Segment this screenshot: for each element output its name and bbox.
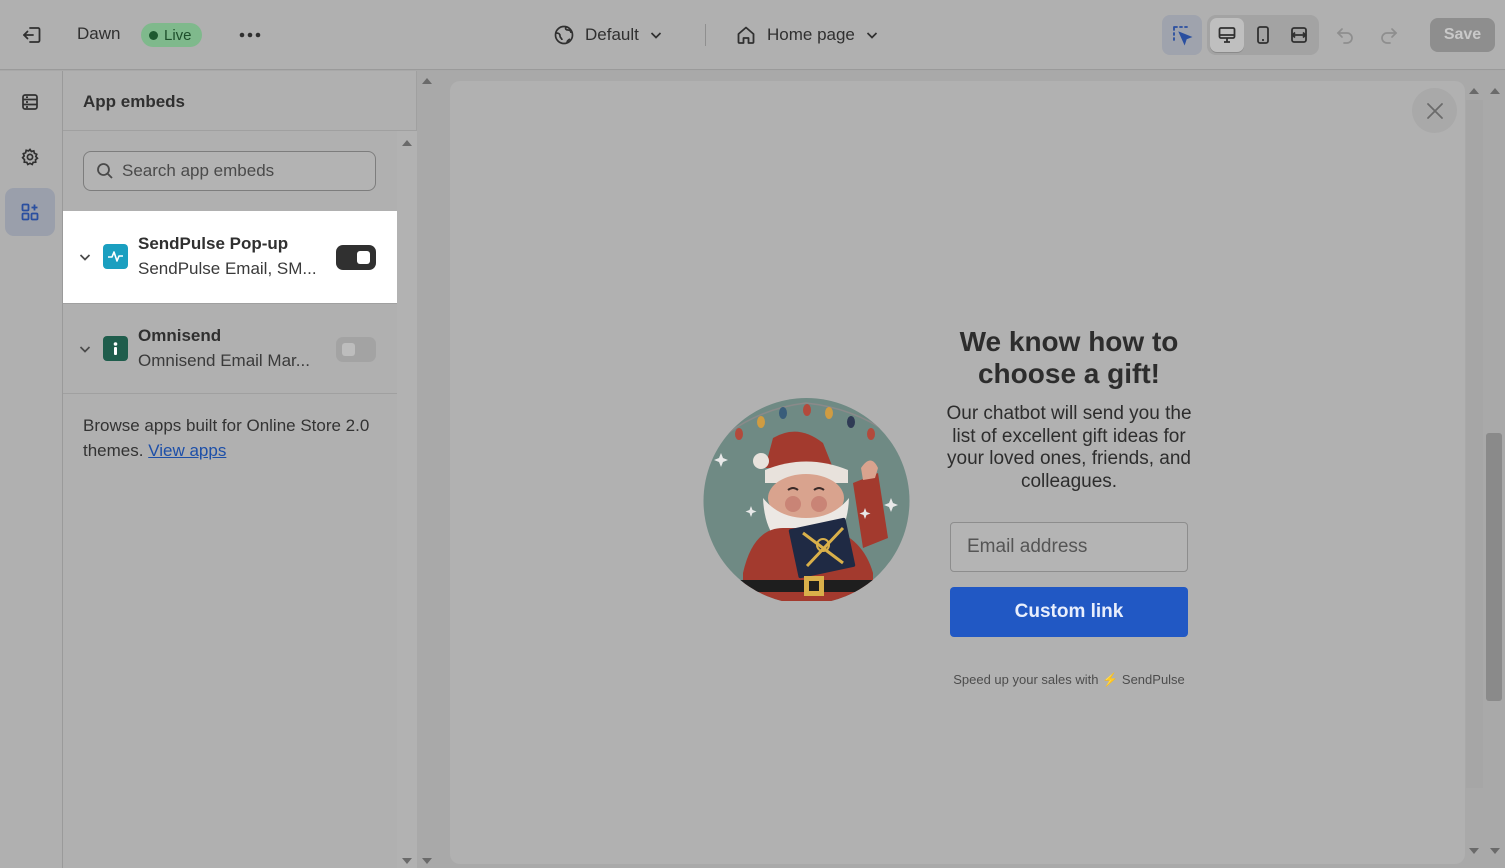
globe-icon	[554, 25, 574, 45]
divider	[705, 24, 706, 46]
sections-button[interactable]	[5, 78, 55, 126]
scroll-up-arrow-icon[interactable]	[1469, 88, 1479, 94]
embed-toggle-off[interactable]	[336, 337, 376, 362]
popup-footer: Speed up your sales with ⚡ SendPulse	[940, 672, 1198, 688]
chevron-down-icon[interactable]	[77, 249, 93, 265]
status-dot-icon	[149, 30, 158, 40]
lightning-bolt-icon: ⚡	[1102, 672, 1119, 687]
panel-body: Search app embeds SendPulse Pop-up SendP…	[63, 131, 397, 868]
search-icon	[97, 163, 113, 179]
embed-item-omnisend[interactable]: Omnisend Omnisend Email Mar...	[63, 303, 397, 395]
scroll-up-arrow-icon[interactable]	[422, 78, 432, 84]
sendpulse-logo-icon	[103, 244, 128, 269]
fullscreen-icon	[1291, 27, 1307, 43]
close-icon	[1426, 102, 1443, 119]
app-embeds-button[interactable]	[5, 188, 55, 236]
exit-icon[interactable]	[18, 21, 46, 49]
page-selector-label: Home page	[767, 25, 855, 44]
locale-label: Default	[585, 25, 639, 44]
mobile-icon	[1257, 26, 1269, 44]
chevron-down-icon	[650, 32, 661, 39]
footer-prefix: Speed up your sales with	[953, 672, 1099, 687]
footer-brand-link[interactable]: SendPulse	[1122, 672, 1185, 687]
scroll-down-arrow-icon[interactable]	[1469, 848, 1479, 854]
email-field[interactable]: Email address	[950, 522, 1188, 572]
embed-description: Omnisend Email Mar...	[138, 351, 310, 370]
chevron-down-icon[interactable]	[77, 341, 93, 357]
panel-scrollbar[interactable]	[397, 131, 417, 868]
browse-apps-text: Browse apps built for Online Store 2.0 t…	[83, 413, 383, 463]
email-placeholder: Email address	[967, 536, 1088, 557]
popup-title: We know how to choose a gift!	[959, 326, 1179, 389]
search-input[interactable]: Search app embeds	[83, 151, 376, 191]
app-embeds-icon	[21, 203, 39, 221]
search-placeholder: Search app embeds	[122, 161, 275, 180]
top-bar: Dawn Live Default Home page Save	[0, 0, 1505, 70]
scroll-down-arrow-icon[interactable]	[422, 858, 432, 864]
save-button[interactable]: Save	[1430, 18, 1495, 52]
popup-close-button[interactable]	[1412, 88, 1457, 133]
theme-name: Dawn	[77, 24, 121, 43]
home-icon	[737, 26, 755, 44]
status-badge-label: Live	[164, 26, 192, 44]
settings-gear-icon	[21, 148, 39, 166]
embed-toggle-on[interactable]	[336, 245, 376, 270]
embed-item-sendpulse[interactable]: SendPulse Pop-up SendPulse Email, SM...	[63, 211, 397, 303]
popup-description: Our chatbot will send you the list of ex…	[946, 403, 1192, 492]
panel-header: App embeds	[63, 71, 417, 131]
embed-name: Omnisend	[138, 326, 222, 345]
mobile-view-button[interactable]	[1246, 18, 1280, 52]
app-embeds-panel: App embeds Search app embeds SendPulse P…	[63, 71, 417, 868]
view-apps-link[interactable]: View apps	[148, 441, 226, 460]
embed-description: SendPulse Email, SM...	[138, 259, 317, 278]
scroll-down-arrow-icon[interactable]	[1490, 848, 1500, 854]
embed-name: SendPulse Pop-up	[138, 234, 289, 253]
left-rail	[0, 71, 63, 868]
inspector-select-button[interactable]	[1162, 15, 1202, 55]
omnisend-logo-icon	[103, 336, 128, 361]
live-status-badge: Live	[141, 23, 202, 47]
page-selector[interactable]: Home page	[735, 20, 879, 50]
select-cursor-icon	[1173, 26, 1193, 46]
panel-title: App embeds	[83, 92, 186, 111]
undo-icon[interactable]	[1330, 20, 1360, 50]
locale-selector[interactable]: Default	[553, 20, 663, 50]
scroll-up-arrow-icon[interactable]	[1490, 88, 1500, 94]
divider	[63, 393, 397, 394]
chevron-down-icon	[866, 32, 877, 39]
redo-icon[interactable]	[1374, 20, 1404, 50]
more-actions-icon[interactable]	[236, 22, 264, 48]
desktop-icon	[1218, 27, 1236, 43]
desktop-view-button[interactable]	[1210, 18, 1244, 52]
theme-settings-button[interactable]	[5, 133, 55, 181]
viewport-switcher	[1207, 15, 1319, 55]
preview-scrollbar-thumb[interactable]	[1486, 433, 1502, 701]
preview-scrollbar-track[interactable]	[1466, 100, 1483, 788]
sections-icon	[22, 94, 38, 110]
fullscreen-view-button[interactable]	[1282, 18, 1316, 52]
santa-illustration	[703, 398, 910, 601]
custom-link-button[interactable]: Custom link	[950, 587, 1188, 637]
